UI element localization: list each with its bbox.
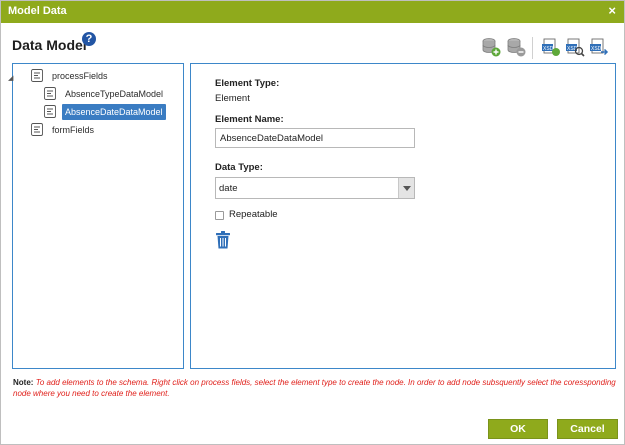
page-title: Data Model bbox=[12, 37, 87, 53]
search-schema-icon: XSD bbox=[566, 38, 585, 57]
tree-node-label: processFields bbox=[52, 71, 108, 81]
tree-node-label: formFields bbox=[52, 125, 95, 135]
import-schema-button[interactable]: XSD bbox=[589, 37, 609, 57]
remove-database-button[interactable] bbox=[506, 37, 526, 57]
data-type-label: Data Type: bbox=[215, 162, 263, 173]
element-type-value: Element bbox=[215, 93, 250, 104]
tree-node-label: AbsenceTypeDataModel bbox=[65, 89, 164, 99]
collapse-icon[interactable]: ◢ bbox=[8, 74, 13, 82]
svg-text:XSD: XSD bbox=[591, 46, 602, 52]
repeatable-checkbox[interactable] bbox=[215, 211, 224, 220]
element-type-label: Element Type: bbox=[215, 78, 280, 89]
dialog-titlebar: Model Data × bbox=[1, 1, 624, 23]
repeatable-label: Repeatable bbox=[229, 209, 278, 220]
note-label: Note: bbox=[13, 378, 34, 387]
ok-button[interactable]: OK bbox=[488, 419, 548, 439]
data-type-selected-value: date bbox=[219, 183, 238, 194]
search-schema-button[interactable]: XSD bbox=[565, 37, 585, 57]
trash-icon[interactable] bbox=[215, 231, 231, 249]
schema-node-icon bbox=[44, 87, 56, 100]
help-icon[interactable]: ? bbox=[82, 32, 96, 46]
schema-note: Note: To add elements to the schema. Rig… bbox=[13, 377, 617, 399]
add-database-icon bbox=[482, 38, 501, 57]
add-database-button[interactable] bbox=[481, 37, 501, 57]
remove-database-icon bbox=[507, 38, 526, 57]
element-details-panel: Element Type: Element Element Name: Data… bbox=[190, 63, 616, 369]
element-name-label: Element Name: bbox=[215, 114, 284, 125]
model-data-dialog: Model Data × Data Model ? XSD XSD XSD ◢ … bbox=[0, 0, 625, 445]
export-schema-icon: XSD bbox=[542, 38, 560, 56]
cancel-button[interactable]: Cancel bbox=[557, 419, 618, 439]
toolbar-separator bbox=[532, 37, 533, 59]
close-icon[interactable]: × bbox=[608, 4, 616, 18]
tree-node-label-selected: AbsenceDateDataModel bbox=[62, 104, 166, 120]
note-text: To add elements to the schema. Right cli… bbox=[13, 378, 616, 398]
schema-node-icon bbox=[31, 69, 43, 82]
dialog-title: Model Data bbox=[8, 5, 67, 17]
svg-text:XSD: XSD bbox=[543, 46, 554, 52]
export-schema-button[interactable]: XSD bbox=[541, 37, 561, 57]
schema-node-icon bbox=[44, 105, 56, 118]
import-schema-icon: XSD bbox=[590, 38, 609, 56]
chevron-down-icon[interactable] bbox=[398, 178, 414, 198]
element-name-field[interactable] bbox=[215, 128, 415, 148]
data-type-select[interactable]: date bbox=[215, 177, 415, 199]
schema-node-icon bbox=[31, 123, 43, 136]
